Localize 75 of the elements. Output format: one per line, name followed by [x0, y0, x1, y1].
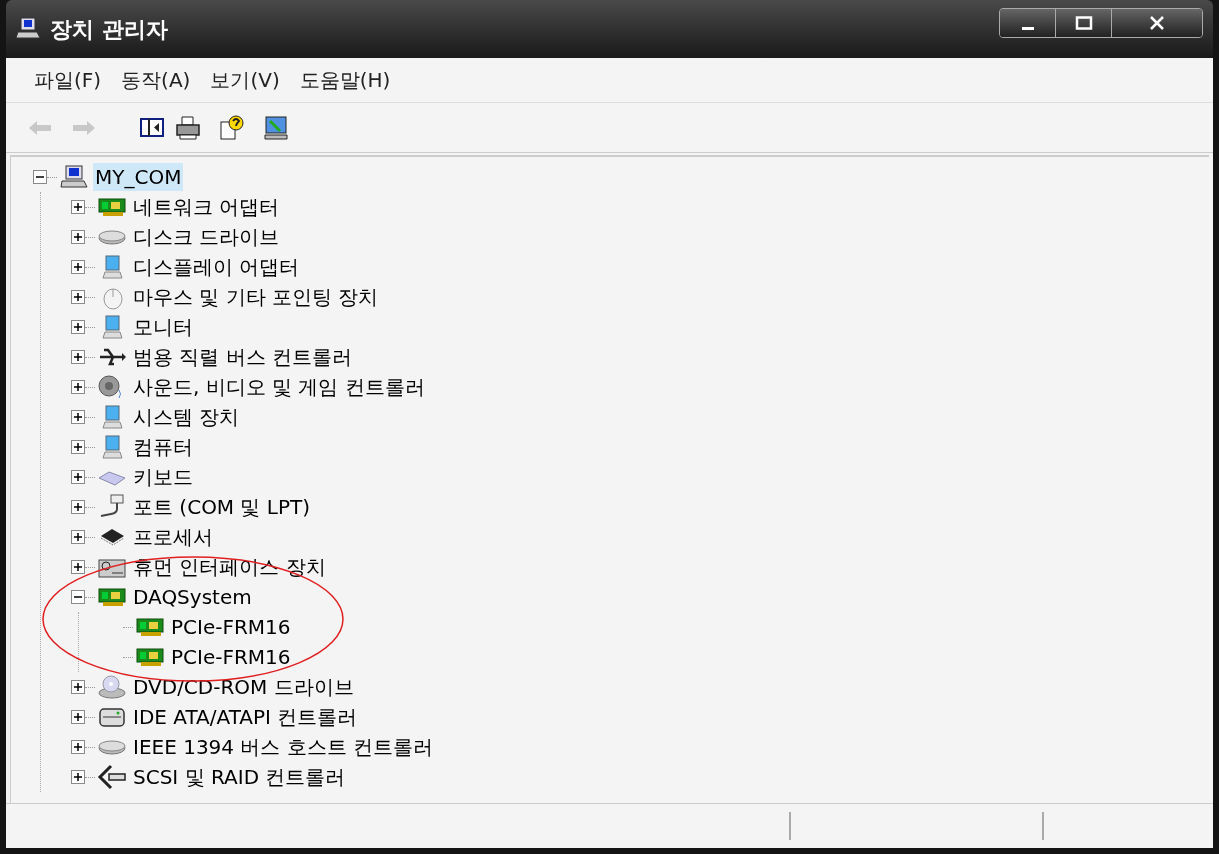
- tree-item[interactable]: 키보드: [131, 463, 195, 491]
- plus-icon: [73, 532, 83, 542]
- tree-item[interactable]: IEEE 1394 버스 호스트 컨트롤러: [131, 733, 436, 761]
- connector-icon: [97, 764, 127, 790]
- computer-icon: [16, 17, 42, 41]
- expand-toggle[interactable]: [71, 740, 85, 754]
- plus-icon: [73, 472, 83, 482]
- plus-icon: [73, 682, 83, 692]
- plus-icon: [73, 322, 83, 332]
- tree-item[interactable]: 프로세서: [131, 523, 215, 551]
- expand-toggle[interactable]: [71, 200, 85, 214]
- plus-icon: [73, 262, 83, 272]
- expand-toggle[interactable]: [71, 320, 85, 334]
- maximize-button[interactable]: [1056, 9, 1112, 37]
- menu-item[interactable]: 도움말(H): [293, 65, 397, 95]
- expand-toggle[interactable]: [71, 560, 85, 574]
- expand-toggle[interactable]: [71, 680, 85, 694]
- tree-item[interactable]: 사운드, 비디오 및 게임 컨트롤러: [131, 373, 427, 401]
- expand-toggle[interactable]: [71, 770, 85, 784]
- expand-toggle[interactable]: [71, 530, 85, 544]
- plus-icon: [73, 712, 83, 722]
- computer-icon: [59, 164, 89, 190]
- tree-item[interactable]: MY_COM: [93, 163, 184, 191]
- tree-item[interactable]: SCSI 및 RAID 컨트롤러: [131, 763, 348, 791]
- expand-toggle[interactable]: [71, 470, 85, 484]
- maximize-icon: [1074, 16, 1093, 30]
- tree-item[interactable]: 포트 (COM 및 LPT): [131, 493, 313, 521]
- printer-icon[interactable]: [174, 113, 202, 142]
- plus-icon: [73, 742, 83, 752]
- expand-toggle[interactable]: [71, 380, 85, 394]
- expand-toggle[interactable]: [71, 230, 85, 244]
- expand-toggle[interactable]: [71, 500, 85, 514]
- tree-item[interactable]: 시스템 장치: [131, 403, 242, 431]
- plus-icon: [73, 412, 83, 422]
- tree-item[interactable]: 범용 직렬 버스 컨트롤러: [131, 343, 355, 371]
- expand-toggle[interactable]: [71, 710, 85, 724]
- close-button[interactable]: [1112, 9, 1202, 37]
- menu-item[interactable]: 동작(A): [115, 65, 197, 95]
- expand-toggle[interactable]: [71, 260, 85, 274]
- collapse-toggle[interactable]: [33, 170, 47, 184]
- menu-item[interactable]: 보기(V): [204, 65, 286, 95]
- plus-icon: [73, 232, 83, 242]
- help-icon[interactable]: [218, 113, 246, 142]
- tree-item[interactable]: 디스플레이 어댑터: [131, 253, 302, 281]
- menu-item[interactable]: 파일(F): [28, 65, 108, 95]
- cd-drive-icon: [97, 674, 127, 700]
- minimize-icon: [1021, 26, 1034, 30]
- plus-icon: [73, 772, 83, 782]
- expand-toggle[interactable]: [71, 440, 85, 454]
- close-icon: [1149, 16, 1165, 30]
- expand-toggle[interactable]: [71, 290, 85, 304]
- plus-icon: [73, 352, 83, 362]
- plus-icon: [73, 562, 83, 572]
- plus-icon: [73, 502, 83, 512]
- plus-icon: [73, 382, 83, 392]
- collapse-toggle[interactable]: [71, 590, 85, 604]
- tree-item[interactable]: DAQSystem: [131, 583, 254, 611]
- minimize-button[interactable]: [1000, 9, 1056, 37]
- tree-item[interactable]: 마우스 및 기타 포인팅 장치: [131, 283, 381, 311]
- window-title: 장치 관리자: [50, 15, 168, 44]
- tree-item[interactable]: PCIe-FRM16: [169, 613, 293, 641]
- tree-item[interactable]: PCIe-FRM16: [169, 643, 293, 671]
- tree-item[interactable]: 휴먼 인터페이스 장치: [131, 553, 328, 581]
- plus-icon: [73, 292, 83, 302]
- tree-item[interactable]: DVD/CD-ROM 드라이브: [131, 673, 356, 701]
- expand-toggle[interactable]: [71, 410, 85, 424]
- scan-hardware-icon[interactable]: [262, 113, 290, 142]
- tree-item[interactable]: 컴퓨터: [131, 433, 195, 461]
- expand-toggle[interactable]: [71, 350, 85, 364]
- tree-item[interactable]: IDE ATA/ATAPI 컨트롤러: [131, 703, 360, 731]
- plus-icon: [73, 442, 83, 452]
- tree-item[interactable]: 디스크 드라이브: [131, 223, 282, 251]
- plus-icon: [73, 202, 83, 212]
- tree-item[interactable]: 모니터: [131, 313, 195, 341]
- tree-item[interactable]: 네트워크 어댑터: [131, 193, 282, 221]
